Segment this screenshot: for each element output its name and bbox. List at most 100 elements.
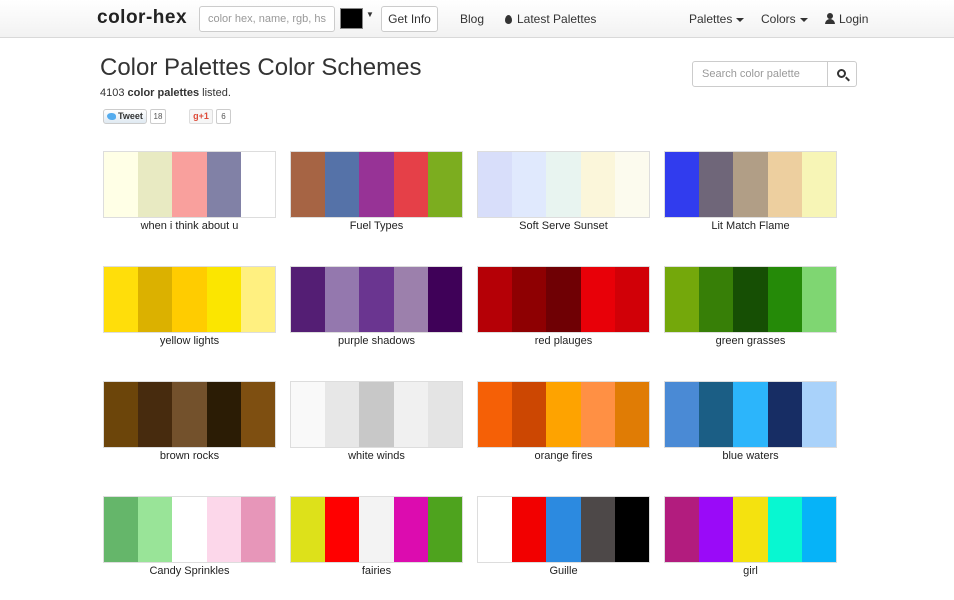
palette-swatch[interactable]	[172, 267, 207, 332]
palette-name[interactable]: fairies	[290, 565, 463, 577]
palette-swatch[interactable]	[240, 382, 275, 447]
palette-swatch[interactable]	[325, 267, 360, 332]
palette-card[interactable]: orange fires	[477, 381, 650, 471]
palette-swatch[interactable]	[512, 382, 547, 447]
color-picker-caret-icon[interactable]: ▼	[366, 10, 374, 19]
palette-card[interactable]: Fuel Types	[290, 151, 463, 241]
palette-swatch[interactable]	[104, 497, 139, 562]
palette-name[interactable]: blue waters	[664, 450, 837, 462]
gplus-button[interactable]: g+1	[189, 109, 213, 124]
palette-swatch[interactable]	[699, 382, 734, 447]
palette-swatch[interactable]	[733, 382, 768, 447]
palette-swatch[interactable]	[359, 152, 394, 217]
palette-name[interactable]: white winds	[290, 450, 463, 462]
palette-swatch[interactable]	[580, 382, 615, 447]
palette-swatch[interactable]	[767, 152, 802, 217]
nav-latest-palettes-link[interactable]: Latest Palettes	[505, 12, 596, 26]
palette-swatch[interactable]	[138, 267, 173, 332]
palette-swatch[interactable]	[291, 152, 326, 217]
palette-swatch[interactable]	[614, 152, 649, 217]
palette-swatch[interactable]	[665, 382, 700, 447]
palette-name[interactable]: yellow lights	[103, 335, 276, 347]
palette-card[interactable]: red plauges	[477, 266, 650, 356]
palette-swatch[interactable]	[104, 382, 139, 447]
palette-swatch[interactable]	[172, 152, 207, 217]
palette-swatch[interactable]	[580, 267, 615, 332]
palette-swatch[interactable]	[546, 267, 581, 332]
get-info-button[interactable]: Get Info	[381, 6, 438, 32]
palette-swatches[interactable]	[290, 496, 463, 563]
palette-swatch[interactable]	[240, 267, 275, 332]
palette-swatches[interactable]	[664, 496, 837, 563]
palette-swatch[interactable]	[172, 382, 207, 447]
palette-swatch[interactable]	[512, 267, 547, 332]
brand-logo[interactable]: color-hex	[97, 7, 187, 29]
palette-swatch[interactable]	[546, 382, 581, 447]
palette-swatch[interactable]	[206, 497, 241, 562]
palette-swatch[interactable]	[767, 382, 802, 447]
palette-card[interactable]: when i think about u	[103, 151, 276, 241]
palette-name[interactable]: Soft Serve Sunset	[477, 220, 650, 232]
palette-swatch[interactable]	[733, 152, 768, 217]
palette-swatches[interactable]	[290, 381, 463, 448]
palette-swatch[interactable]	[546, 152, 581, 217]
palette-card[interactable]: girl	[664, 496, 837, 586]
palette-swatch[interactable]	[546, 497, 581, 562]
palette-swatch[interactable]	[206, 152, 241, 217]
palette-swatch[interactable]	[138, 382, 173, 447]
palette-swatch[interactable]	[614, 497, 649, 562]
palette-swatch[interactable]	[206, 267, 241, 332]
palette-swatch[interactable]	[801, 267, 836, 332]
palette-swatch[interactable]	[172, 497, 207, 562]
color-search-input[interactable]: color hex, name, rgb, hs	[199, 6, 335, 32]
palette-swatch[interactable]	[427, 267, 462, 332]
palette-swatch[interactable]	[699, 497, 734, 562]
palette-name[interactable]: green grasses	[664, 335, 837, 347]
palette-swatches[interactable]	[103, 151, 276, 218]
palette-swatch[interactable]	[767, 267, 802, 332]
palette-swatches[interactable]	[477, 381, 650, 448]
palette-swatch[interactable]	[614, 267, 649, 332]
color-picker-swatch[interactable]	[340, 8, 363, 29]
palette-card[interactable]: purple shadows	[290, 266, 463, 356]
palette-swatch[interactable]	[512, 152, 547, 217]
palette-swatch[interactable]	[291, 382, 326, 447]
palette-name[interactable]: Fuel Types	[290, 220, 463, 232]
nav-colors-dropdown[interactable]: Colors	[761, 12, 808, 26]
palette-swatch[interactable]	[240, 497, 275, 562]
palette-name[interactable]: girl	[664, 565, 837, 577]
palette-swatch[interactable]	[801, 497, 836, 562]
palette-card[interactable]: Candy Sprinkles	[103, 496, 276, 586]
palette-swatch[interactable]	[512, 497, 547, 562]
palette-swatch[interactable]	[206, 382, 241, 447]
palette-card[interactable]: brown rocks	[103, 381, 276, 471]
palette-swatches[interactable]	[477, 266, 650, 333]
palette-swatch[interactable]	[478, 382, 513, 447]
palette-search-button[interactable]	[827, 61, 857, 87]
palette-swatches[interactable]	[477, 151, 650, 218]
palette-swatch[interactable]	[393, 267, 428, 332]
palette-swatch[interactable]	[733, 497, 768, 562]
palette-card[interactable]: Lit Match Flame	[664, 151, 837, 241]
palette-swatch[interactable]	[291, 267, 326, 332]
palette-swatches[interactable]	[103, 496, 276, 563]
palette-swatch[interactable]	[699, 152, 734, 217]
palette-swatch[interactable]	[427, 382, 462, 447]
palette-swatch[interactable]	[291, 497, 326, 562]
palette-name[interactable]: red plauges	[477, 335, 650, 347]
palette-swatch[interactable]	[767, 497, 802, 562]
palette-swatch[interactable]	[665, 267, 700, 332]
palette-swatch[interactable]	[104, 267, 139, 332]
palette-swatch[interactable]	[580, 152, 615, 217]
palette-swatch[interactable]	[325, 497, 360, 562]
palette-card[interactable]: green grasses	[664, 266, 837, 356]
palette-swatch[interactable]	[325, 152, 360, 217]
palette-swatch[interactable]	[801, 152, 836, 217]
palette-search-input[interactable]: Search color palette	[692, 61, 828, 87]
palette-name[interactable]: Lit Match Flame	[664, 220, 837, 232]
palette-swatch[interactable]	[359, 267, 394, 332]
nav-blog-link[interactable]: Blog	[460, 12, 484, 26]
palette-swatch[interactable]	[138, 152, 173, 217]
palette-swatch[interactable]	[478, 152, 513, 217]
nav-login-link[interactable]: Login	[825, 12, 868, 26]
